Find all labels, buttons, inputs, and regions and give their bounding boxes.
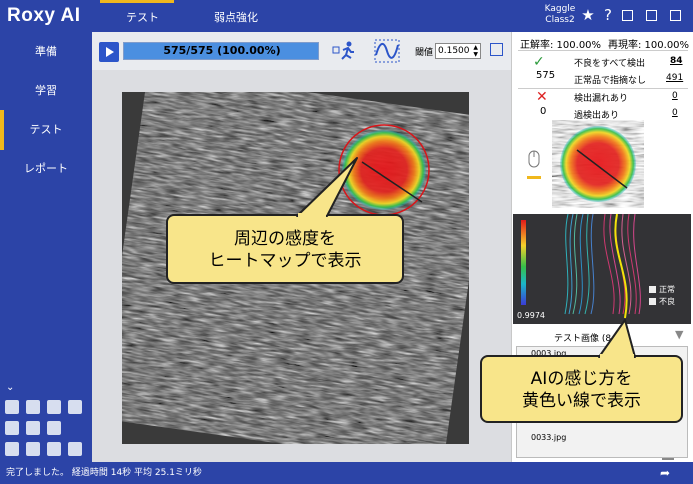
tab-test[interactable]: テスト — [126, 9, 159, 25]
ok-count: 575 — [536, 70, 556, 81]
callout-heatmap: 周辺の感度を ヒートマップで表示 — [166, 214, 404, 284]
close-icon[interactable] — [668, 7, 684, 23]
grid-icon[interactable] — [5, 421, 19, 435]
dots-grid-icon[interactable] — [68, 442, 82, 456]
callout-line: AIの感じ方を 黄色い線で表示 — [480, 355, 683, 423]
miss-value[interactable]: 0 — [672, 91, 678, 101]
scale-min-label: 0.9974 — [517, 311, 545, 320]
select-icon[interactable] — [5, 442, 19, 456]
fill-icon[interactable] — [47, 442, 61, 456]
detect-all-label: 不良をすべて検出 — [574, 59, 646, 69]
maximize-icon[interactable] — [644, 7, 660, 23]
legend-normal: 正常 — [659, 285, 675, 294]
runner-icon[interactable] — [332, 40, 358, 62]
sidebar-item-prepare[interactable]: 準備 — [0, 32, 92, 72]
main-view: 575/575 (100.00%) 閾値 0.1500 ▲ ▼ 周辺の感度を ヒ… — [92, 32, 511, 462]
thumbnail-image[interactable] — [552, 120, 644, 208]
tab-weakness[interactable]: 弱点強化 — [214, 9, 258, 25]
app-logo: Roxy AI — [7, 5, 81, 26]
sidebar: 準備 学習 テスト レポート ⌄ — [0, 32, 92, 462]
threshold-label: 閾値 — [415, 48, 434, 58]
next-icon[interactable] — [47, 400, 61, 414]
normal-lines — [564, 213, 595, 315]
callout-line-line1: AIの感じ方を — [530, 369, 633, 389]
title-bar: Roxy AI テスト 弱点強化 Kaggle Class2 ★ ? — [0, 0, 693, 32]
callout-heatmap-line1: 周辺の感度を — [234, 229, 336, 249]
progress-bar: 575/575 (100.00%) — [123, 42, 319, 60]
callout-heatmap-line2: ヒートマップで表示 — [208, 251, 362, 271]
first-icon[interactable] — [5, 400, 19, 414]
help-icon[interactable]: ? — [600, 7, 616, 23]
scrollbar[interactable] — [662, 458, 674, 460]
filter-icon[interactable]: ▼ — [675, 328, 683, 341]
check-icon: ✓ — [533, 54, 545, 70]
prev-icon[interactable] — [26, 400, 40, 414]
project-line-1: Kaggle — [544, 4, 576, 14]
toolbar: 575/575 (100.00%) 閾値 0.1500 ▲ ▼ — [92, 32, 511, 70]
sensitivity-chart[interactable]: 0.9974 正常 不良 — [513, 213, 691, 324]
share-icon[interactable]: ➦ — [660, 462, 670, 484]
accuracy-text: 正解率: 100.00% — [520, 40, 602, 51]
sidebar-item-learn[interactable]: 学習 — [0, 71, 92, 111]
project-line-2: Class2 — [545, 15, 575, 25]
minimize-icon[interactable] — [620, 7, 636, 23]
detect-all-value[interactable]: 84 — [670, 56, 683, 66]
active-tab-indicator — [100, 0, 174, 3]
export-icon[interactable] — [490, 43, 503, 56]
status-text: 完了しました。 経過時間 14秒 平均 25.1ミリ秒 — [6, 468, 202, 478]
miss-label: 検出漏れあり — [574, 94, 629, 104]
callout-heatmap-pointer — [296, 157, 358, 217]
defect-lines — [603, 213, 641, 315]
status-bar: 完了しました。 経過時間 14秒 平均 25.1ミリ秒 ➦ — [0, 462, 693, 484]
camera-icon[interactable] — [26, 421, 40, 435]
recall-text: 再現率: 100.00% — [608, 40, 690, 51]
cross-icon: ✕ — [536, 89, 548, 105]
over-value[interactable]: 0 — [672, 108, 678, 118]
pen-icon[interactable] — [47, 421, 61, 435]
callout-line-pointer — [598, 319, 636, 358]
defect-checkbox[interactable] — [649, 298, 656, 305]
waveform-icon[interactable] — [374, 39, 400, 63]
list-item[interactable]: 0033.jpg — [531, 433, 566, 442]
mouse-icon[interactable] — [527, 150, 541, 180]
callout-line-line2: 黄色い線で表示 — [522, 391, 641, 411]
sidebar-item-test[interactable]: テスト — [0, 110, 92, 150]
progress-text: 575/575 (100.00%) — [163, 44, 281, 57]
threshold-value: 0.1500 — [438, 46, 470, 56]
legend-defect: 不良 — [659, 297, 675, 306]
project-name: Kaggle Class2 — [538, 4, 582, 26]
stepper-icon[interactable]: ▲ ▼ — [473, 44, 478, 58]
normal-no-flag-value[interactable]: 491 — [666, 73, 683, 83]
rect-icon[interactable] — [26, 442, 40, 456]
last-icon[interactable] — [68, 400, 82, 414]
play-button[interactable] — [99, 42, 119, 62]
star-icon[interactable]: ★ — [580, 7, 596, 23]
threshold-input[interactable]: 0.1500 ▲ ▼ — [435, 43, 481, 59]
chevron-down-icon[interactable]: ⌄ — [6, 382, 14, 393]
ng-count: 0 — [540, 106, 547, 117]
normal-checkbox[interactable] — [649, 286, 656, 293]
normal-no-flag-label: 正常品で指摘なし — [574, 76, 647, 86]
sidebar-item-report[interactable]: レポート — [0, 149, 92, 189]
color-scale — [521, 220, 526, 305]
